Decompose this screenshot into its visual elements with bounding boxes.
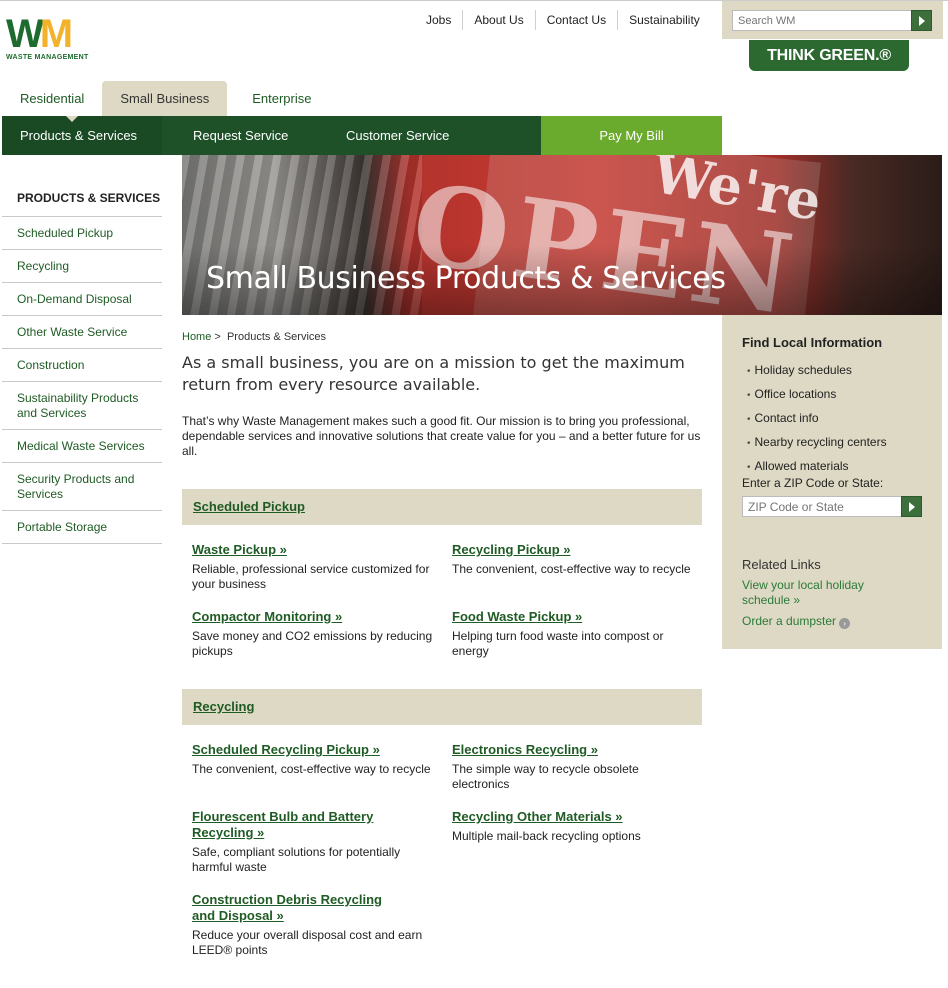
- hero-banner: We're OPEN Small Business Products & Ser…: [182, 155, 942, 315]
- util-link-sustainability[interactable]: Sustainability: [617, 10, 711, 30]
- zip-label: Enter a ZIP Code or State:: [742, 476, 884, 490]
- local-info-item-recycling-centers: Nearby recycling centers: [747, 431, 887, 455]
- section-scheduled-pickup: Scheduled Pickup: [182, 489, 702, 525]
- card-construction-debris: Construction Debris Recycling and Dispos…: [192, 892, 437, 958]
- utility-nav: Jobs About Us Contact Us Sustainability: [415, 10, 711, 30]
- card-desc: Safe, compliant solutions for potentiall…: [192, 845, 401, 874]
- card-flourescent-bulb-battery: Flourescent Bulb and Battery Recycling »…: [192, 809, 422, 875]
- card-title[interactable]: Food Waste Pickup »: [452, 609, 697, 625]
- think-green-badge[interactable]: THINK GREEN.®: [749, 40, 909, 71]
- card-desc: Reduce your overall disposal cost and ea…: [192, 928, 423, 957]
- external-link-icon: ›: [839, 618, 851, 629]
- breadcrumb: Home > Products & Services: [182, 331, 326, 343]
- card-title[interactable]: Recycling Other Materials »: [452, 809, 697, 825]
- page-title: Small Business Products & Services: [206, 261, 726, 296]
- card-desc: The simple way to recycle obsolete elect…: [452, 762, 639, 791]
- sidebar-item-construction[interactable]: Construction: [2, 349, 162, 382]
- section-title-recycling[interactable]: Recycling: [193, 699, 254, 714]
- intro-body: That’s why Waste Management makes such a…: [182, 414, 701, 458]
- local-info-heading: Find Local Information: [742, 335, 883, 350]
- card-desc: Multiple mail-back recycling options: [452, 829, 641, 843]
- card-title[interactable]: Construction Debris Recycling and Dispos…: [192, 892, 392, 924]
- tab-enterprise[interactable]: Enterprise: [227, 81, 329, 116]
- section-title-scheduled-pickup[interactable]: Scheduled Pickup: [193, 499, 305, 514]
- zip-input[interactable]: [742, 496, 902, 517]
- card-desc: The convenient, cost-effective way to re…: [192, 762, 431, 776]
- card-recycling-pickup: Recycling Pickup » The convenient, cost-…: [452, 542, 697, 577]
- card-waste-pickup: Waste Pickup » Reliable, professional se…: [192, 542, 437, 592]
- card-desc: The convenient, cost-effective way to re…: [452, 562, 691, 576]
- card-compactor-monitoring: Compactor Monitoring » Save money and CO…: [192, 609, 437, 659]
- util-link-jobs[interactable]: Jobs: [415, 10, 462, 30]
- local-info-item-holiday: Holiday schedules: [747, 359, 887, 383]
- tab-residential[interactable]: Residential: [2, 81, 102, 116]
- sidebar-item-on-demand-disposal[interactable]: On-Demand Disposal: [2, 283, 162, 316]
- local-info-panel: Find Local Information Holiday schedules…: [722, 315, 942, 649]
- local-info-list: Holiday schedules Office locations Conta…: [747, 359, 887, 479]
- link-order-dumpster-label: Order a dumpster: [742, 614, 837, 628]
- logo-mark: WM: [6, 12, 73, 56]
- card-title[interactable]: Flourescent Bulb and Battery Recycling »: [192, 809, 392, 841]
- breadcrumb-separator: >: [214, 331, 221, 343]
- card-title[interactable]: Electronics Recycling »: [452, 742, 697, 758]
- section-recycling: Recycling: [182, 689, 702, 725]
- local-info-item-contact: Contact info: [747, 407, 887, 431]
- arrow-right-icon: [919, 16, 925, 26]
- sidebar-item-sustainability[interactable]: Sustainability Products and Services: [2, 382, 162, 430]
- wm-logo[interactable]: WM WASTE MANAGEMENT: [6, 12, 124, 61]
- card-electronics-recycling: Electronics Recycling » The simple way t…: [452, 742, 697, 792]
- link-order-dumpster[interactable]: Order a dumpster ›: [742, 614, 851, 629]
- card-title[interactable]: Scheduled Recycling Pickup »: [192, 742, 437, 758]
- sidebar-item-recycling[interactable]: Recycling: [2, 250, 162, 283]
- card-desc: Save money and CO2 emissions by reducing…: [192, 629, 433, 658]
- card-food-waste-pickup: Food Waste Pickup » Helping turn food wa…: [452, 609, 697, 659]
- nav-pay-my-bill[interactable]: Pay My Bill: [541, 116, 722, 155]
- card-desc: Helping turn food waste into compost or …: [452, 629, 664, 658]
- related-links-heading: Related Links: [742, 557, 821, 572]
- tab-small-business[interactable]: Small Business: [102, 81, 228, 116]
- local-info-item-offices: Office locations: [747, 383, 887, 407]
- card-desc: Reliable, professional service customize…: [192, 562, 430, 591]
- sidebar-item-portable-storage[interactable]: Portable Storage: [2, 511, 162, 544]
- segment-tabs: Residential Small Business Enterprise: [2, 81, 329, 116]
- sidebar-item-other-waste[interactable]: Other Waste Service: [2, 316, 162, 349]
- logo-tagline: WASTE MANAGEMENT: [6, 54, 89, 61]
- intro-lead: As a small business, you are on a missio…: [182, 353, 685, 394]
- search-input[interactable]: [732, 10, 912, 31]
- main-nav: Products & Services Request Service Cust…: [2, 116, 722, 155]
- card-title[interactable]: Recycling Pickup »: [452, 542, 697, 558]
- sidebar-item-scheduled-pickup[interactable]: Scheduled Pickup: [2, 217, 162, 250]
- card-scheduled-recycling-pickup: Scheduled Recycling Pickup » The conveni…: [192, 742, 437, 777]
- card-title[interactable]: Compactor Monitoring »: [192, 609, 437, 625]
- nav-customer-service[interactable]: Customer Service: [315, 116, 541, 155]
- zip-submit-button[interactable]: [901, 496, 922, 517]
- nav-products-services[interactable]: Products & Services: [2, 116, 162, 155]
- search-button[interactable]: [911, 10, 932, 31]
- sidebar-item-medical-waste[interactable]: Medical Waste Services: [2, 430, 162, 463]
- util-link-about[interactable]: About Us: [462, 10, 534, 30]
- link-holiday-schedule[interactable]: View your local holiday schedule »: [742, 578, 892, 608]
- sidebar: PRODUCTS & SERVICES Scheduled Pickup Rec…: [2, 188, 162, 544]
- card-title[interactable]: Waste Pickup »: [192, 542, 437, 558]
- breadcrumb-home[interactable]: Home: [182, 331, 211, 343]
- sidebar-heading: PRODUCTS & SERVICES: [2, 188, 162, 217]
- search-area: [722, 1, 943, 39]
- breadcrumb-current: Products & Services: [226, 331, 327, 343]
- nav-request-service[interactable]: Request Service: [162, 116, 315, 155]
- sidebar-item-security[interactable]: Security Products and Services: [2, 463, 162, 511]
- card-recycling-other-materials: Recycling Other Materials » Multiple mai…: [452, 809, 697, 844]
- arrow-right-icon: [909, 502, 915, 512]
- util-link-contact[interactable]: Contact Us: [534, 10, 617, 30]
